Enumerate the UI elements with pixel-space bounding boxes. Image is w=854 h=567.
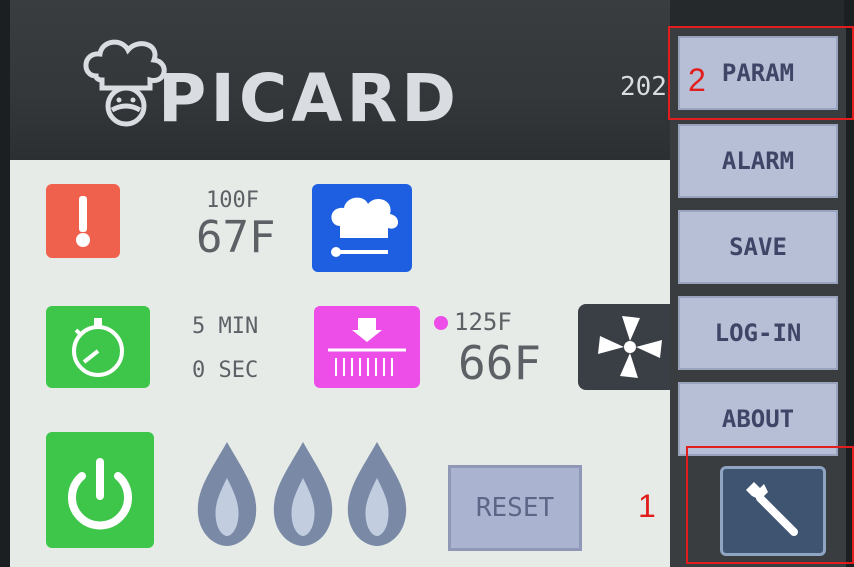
holding-setpoint: 125F bbox=[454, 308, 512, 336]
brand-name: PICARD bbox=[158, 60, 461, 137]
temp-current: 67F bbox=[196, 212, 276, 263]
flame-icon bbox=[197, 442, 257, 546]
power-icon[interactable] bbox=[46, 432, 154, 548]
about-button[interactable]: ABOUT bbox=[678, 382, 838, 456]
annotation-label-1: 1 bbox=[638, 488, 656, 524]
holding-icon[interactable] bbox=[314, 306, 420, 388]
holding-indicator-dot bbox=[434, 316, 448, 330]
flame-icon bbox=[347, 442, 407, 546]
temp-setpoint: 100F bbox=[206, 188, 259, 213]
header: PICARD 202 bbox=[10, 0, 670, 160]
timer-seconds: 0 SEC bbox=[192, 358, 259, 383]
highlight-wrench bbox=[686, 446, 854, 564]
flame-icon bbox=[273, 442, 333, 546]
control-panel: 100F 67F 5 MIN 0 SEC 125F 66F RESET bbox=[10, 160, 670, 567]
thermometer-icon[interactable] bbox=[46, 184, 120, 258]
chef-hat-icon[interactable] bbox=[312, 184, 412, 272]
fan-icon[interactable] bbox=[578, 304, 670, 390]
alarm-button[interactable]: ALARM bbox=[678, 124, 838, 198]
reset-button[interactable]: RESET bbox=[448, 465, 582, 551]
timer-minutes: 5 MIN bbox=[192, 314, 259, 339]
controller-screen: PICARD 202 100F 67F 5 MIN 0 SEC 125F 66F… bbox=[10, 0, 854, 567]
stopwatch-icon[interactable] bbox=[46, 306, 150, 388]
date-display: 202 bbox=[620, 72, 667, 102]
save-button[interactable]: SAVE bbox=[678, 210, 838, 284]
holding-current: 66F bbox=[458, 336, 542, 390]
log-in-button[interactable]: LOG-IN bbox=[678, 296, 838, 370]
annotation-label-2: 2 bbox=[688, 62, 706, 98]
